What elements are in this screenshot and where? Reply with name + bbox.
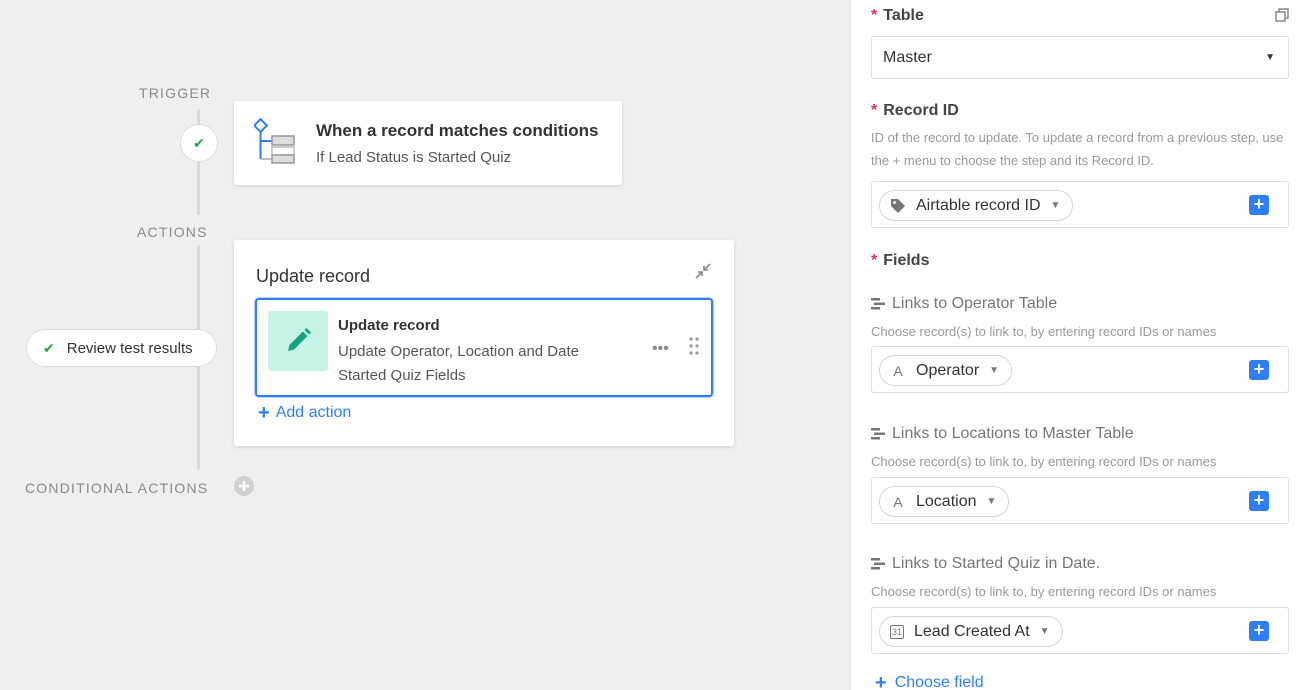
field-label-text: Links to Started Quiz in Date.	[892, 555, 1101, 572]
update-record-action[interactable]: Update record Update Operator, Location …	[255, 298, 713, 397]
chevron-down-icon: ▼	[1265, 52, 1275, 63]
field-help: Choose record(s) to link to, by entering…	[871, 324, 1217, 339]
more-options-icon[interactable]: •••	[652, 340, 669, 358]
insert-value-button[interactable]: +	[1249, 621, 1269, 641]
fields-label-text: Fields	[883, 252, 930, 269]
pencil-icon	[288, 328, 311, 351]
location-field-input[interactable]: A Location ▼ +	[871, 477, 1289, 524]
add-action-label: Add action	[275, 404, 352, 421]
operator-token-label: Operator	[916, 361, 980, 379]
linked-record-icon	[871, 558, 885, 570]
fields-label: * Fields	[871, 252, 929, 270]
review-test-results-button[interactable]: ✔ Review test results	[26, 329, 217, 367]
add-conditional-action-icon[interactable]	[234, 476, 254, 496]
field-label-location: Links to Locations to Master Table	[871, 425, 1134, 443]
table-label-text: Table	[883, 7, 924, 24]
chevron-down-icon: ▼	[1039, 626, 1050, 637]
field-help: Choose record(s) to link to, by entering…	[871, 454, 1217, 469]
lead-created-at-token-label: Lead Created At	[914, 622, 1030, 640]
action-icon-box	[268, 311, 328, 371]
actions-section-label: ACTIONS	[137, 224, 208, 240]
linked-record-icon	[871, 428, 885, 440]
plus-icon: +	[258, 402, 270, 424]
record-id-token[interactable]: Airtable record ID ▼	[879, 190, 1074, 221]
record-id-token-label: Airtable record ID	[916, 196, 1041, 214]
field-label-started-quiz-date: Links to Started Quiz in Date.	[871, 555, 1100, 573]
choose-field-button[interactable]: + Choose field	[875, 672, 984, 690]
trigger-subtitle: If Lead Status is Started Quiz	[316, 149, 512, 166]
check-icon: ✔	[43, 339, 55, 356]
condition-tree-icon	[254, 117, 295, 164]
linked-record-icon	[871, 298, 885, 310]
insert-value-button[interactable]: +	[1249, 360, 1269, 380]
required-marker: *	[871, 7, 878, 24]
collapse-icon[interactable]	[694, 262, 712, 280]
action-item-title: Update record	[338, 317, 440, 334]
field-label-text: Links to Operator Table	[892, 295, 1058, 312]
location-token[interactable]: A Location ▼	[879, 486, 1010, 517]
location-token-label: Location	[916, 492, 977, 510]
text-field-icon: A	[893, 493, 903, 510]
text-field-icon: A	[893, 362, 903, 379]
operator-token[interactable]: A Operator ▼	[879, 355, 1013, 386]
field-label-text: Links to Locations to Master Table	[892, 425, 1134, 442]
trigger-section-label: TRIGGER	[139, 85, 212, 101]
tag-icon	[891, 198, 905, 213]
trigger-title: When a record matches conditions	[316, 121, 599, 140]
add-action-button[interactable]: + Add action	[258, 402, 352, 424]
review-test-results-label: Review test results	[66, 339, 193, 357]
action-config-panel: * Table Master ▼ * Record ID ID of the rec…	[850, 0, 1307, 690]
chevron-down-icon: ▼	[986, 496, 997, 507]
choose-field-label: Choose field	[894, 674, 984, 690]
table-label: * Table	[871, 7, 924, 25]
check-icon: ✔	[193, 134, 205, 151]
required-marker: *	[871, 252, 878, 269]
table-select-value: Master	[883, 48, 932, 66]
operator-field-input[interactable]: A Operator ▼ +	[871, 346, 1289, 393]
chevron-down-icon: ▼	[1050, 200, 1061, 211]
chevron-down-icon: ▼	[989, 365, 1000, 376]
action-group-card: Update record Update record Update Opera…	[234, 240, 734, 446]
action-group-title: Update record	[256, 266, 371, 286]
table-select[interactable]: Master ▼	[871, 36, 1289, 79]
record-id-help: ID of the record to update. To update a …	[871, 130, 1284, 168]
trigger-status-indicator: ✔	[180, 124, 218, 162]
calendar-icon: 31	[890, 624, 904, 639]
started-quiz-date-field-input[interactable]: 31 Lead Created At ▼ +	[871, 607, 1289, 654]
record-id-label-text: Record ID	[883, 102, 959, 119]
trigger-card[interactable]: When a record matches conditions If Lead…	[234, 101, 622, 185]
record-id-input[interactable]: Airtable record ID ▼ +	[871, 181, 1289, 228]
record-id-label: * Record ID	[871, 102, 959, 120]
insert-value-button[interactable]: +	[1249, 491, 1269, 511]
drag-handle-icon[interactable]	[688, 336, 700, 356]
conditional-actions-section-label: CONDITIONAL ACTIONS	[25, 480, 209, 496]
plus-icon: +	[875, 672, 887, 690]
lead-created-at-token[interactable]: 31 Lead Created At ▼	[879, 616, 1063, 647]
automation-canvas: TRIGGER ACTIONS CONDITIONAL ACTIONS ✔ Wh…	[0, 0, 850, 690]
popout-icon[interactable]	[1275, 8, 1289, 22]
required-marker: *	[871, 102, 878, 119]
insert-value-button[interactable]: +	[1249, 195, 1269, 215]
action-item-description: Update Operator, Location and Date Start…	[338, 343, 579, 384]
field-label-operator: Links to Operator Table	[871, 295, 1057, 313]
field-help: Choose record(s) to link to, by entering…	[871, 584, 1217, 599]
